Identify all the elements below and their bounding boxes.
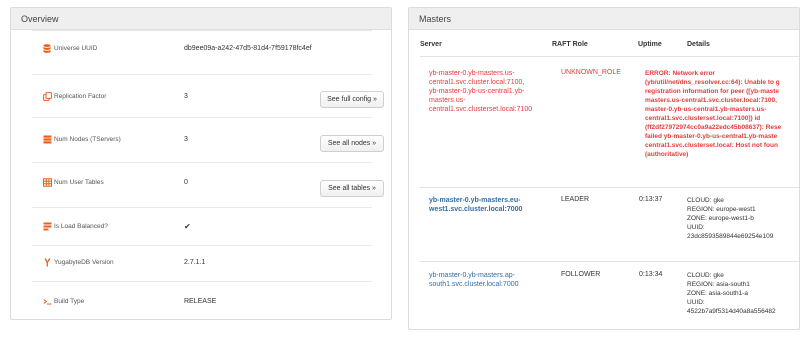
detail-line: master-0.yb-us-central1.yb-masters.us- [645, 106, 767, 113]
header-divider [420, 56, 799, 57]
detail-line: (yb/util/net/dns_resolver.cc:64): Unable… [645, 79, 780, 86]
master-row-1-error-details: ERROR: Network error (yb/util/net/dns_re… [645, 69, 785, 159]
database-icon [43, 44, 52, 53]
master-row-3-server-link[interactable]: yb-master-0.yb-masters.ap- south1.svc.cl… [429, 271, 549, 289]
version-value: 2.7.1.1 [184, 259, 206, 266]
column-header-raft-role[interactable]: RAFT Role [552, 41, 588, 48]
detail-line: ERROR: Network error [645, 70, 716, 77]
server-line: masters.us- [429, 97, 466, 104]
master-row-3-details: CLOUD: gke REGION: asia-south1 ZONE: asi… [687, 271, 799, 316]
server-line: yb-master-0.yb-us-central1.yb- [429, 88, 525, 95]
detail-line: central1.svc.clusterset.local: Host not … [645, 142, 778, 149]
replication-factor-value: 3 [184, 93, 188, 100]
yugabyte-icon [43, 258, 52, 267]
universe-uuid-value: db9ee09a-a242-47d5-81d4-7f59178fc4ef [184, 45, 312, 52]
servers-icon [43, 135, 52, 144]
detail-line: (authoritative) [645, 151, 689, 158]
column-header-server[interactable]: Server [420, 41, 442, 48]
detail-line: registration information for peer ([yb-m… [645, 88, 779, 95]
balance-icon [43, 222, 52, 231]
masters-title: Masters [409, 8, 799, 30]
master-row-2-uptime: 0:13:37 [639, 196, 663, 203]
row-divider [420, 261, 799, 262]
server-line: yb-master-0.yb-masters.us- [429, 70, 515, 77]
overview-row-replication-factor: Replication Factor 3 See full config » [32, 74, 384, 117]
num-nodes-label: Num Nodes (TServers) [54, 136, 121, 143]
detail-line: masters.us-central1.svc.cluster.local:71… [645, 97, 777, 104]
overview-row-load-balanced: Is Load Balanced? ✔ [32, 207, 372, 245]
masters-panel: Masters Server RAFT Role Uptime Details … [408, 7, 800, 330]
server-line: central1.svc.clusterset.local:7100 [429, 106, 533, 113]
build-type-label: Build Type [54, 298, 85, 305]
num-user-tables-label: Num User Tables [54, 179, 104, 186]
num-nodes-value: 3 [184, 136, 188, 143]
master-row-1-server[interactable]: yb-master-0.yb-masters.us- central1.svc.… [429, 69, 549, 114]
see-full-config-button[interactable]: See full config » [320, 91, 384, 108]
detail-line: (ff2df27972974cc0a9a22edc45b08637): Rese [645, 124, 782, 131]
overview-panel: Overview Universe UUID db9ee09a-a242-47d… [10, 7, 392, 320]
master-row-1-role: UNKNOWN_ROLE [561, 69, 621, 76]
detail-line: ZONE: europe-west1-b [687, 215, 754, 222]
detail-line: CLOUD: gke [687, 197, 724, 204]
overview-row-build-type: Build Type RELEASE [32, 281, 372, 319]
detail-line: UUID: [687, 299, 705, 306]
load-balanced-check-icon: ✔ [184, 222, 191, 231]
overview-row-universe-uuid: Universe UUID db9ee09a-a242-47d5-81d4-7f… [32, 30, 372, 63]
column-header-details[interactable]: Details [687, 41, 710, 48]
server-line: central1.svc.cluster.local:7100, [429, 79, 525, 86]
server-line: west1.svc.cluster.local:7000 [429, 206, 523, 213]
terminal-icon [43, 297, 52, 306]
num-user-tables-value: 0 [184, 179, 188, 186]
version-label: YugabyteDB Version [54, 259, 114, 266]
overview-row-num-user-tables: Num User Tables 0 See all tables » [32, 162, 384, 207]
overview-row-version: YugabyteDB Version 2.7.1.1 [32, 245, 372, 281]
detail-line: 4522b7a9f5314d40a8a556482 [687, 308, 776, 315]
build-type-value: RELEASE [184, 298, 217, 305]
master-row-3-uptime: 0:13:34 [639, 271, 663, 278]
overview-title: Overview [11, 8, 391, 30]
see-all-tables-button[interactable]: See all tables » [320, 180, 384, 197]
overview-row-num-nodes: Num Nodes (TServers) 3 See all nodes » [32, 117, 384, 162]
copy-icon [43, 92, 52, 101]
server-line: yb-master-0.yb-masters.ap- [429, 272, 515, 279]
see-all-nodes-button[interactable]: See all nodes » [320, 135, 384, 152]
detail-line: failed yb-master-0.yb-us-central1.yb-mas… [645, 133, 778, 140]
detail-line: REGION: europe-west1 [687, 206, 756, 213]
column-header-uptime[interactable]: Uptime [638, 41, 662, 48]
master-row-2-role: LEADER [561, 196, 590, 203]
detail-line: UUID: [687, 224, 705, 231]
detail-line: CLOUD: gke [687, 272, 724, 279]
server-line: yb-master-0.yb-masters.eu- [429, 197, 521, 204]
universe-uuid-label: Universe UUID [54, 45, 98, 52]
detail-line: REGION: asia-south1 [687, 281, 750, 288]
master-row-3-role: FOLLOWER [561, 271, 601, 278]
replication-factor-label: Replication Factor [54, 93, 107, 100]
server-line: south1.svc.cluster.local:7000 [429, 281, 519, 288]
table-icon [43, 178, 52, 187]
detail-line: ZONE: asia-south1-a [687, 290, 749, 297]
master-row-2-details: CLOUD: gke REGION: europe-west1 ZONE: eu… [687, 196, 799, 241]
detail-line: central1.svc.clusterset.local:7100]) id [645, 115, 761, 122]
row-divider [420, 187, 799, 188]
load-balanced-label: Is Load Balanced? [54, 223, 108, 230]
master-row-2-server-link[interactable]: yb-master-0.yb-masters.eu- west1.svc.clu… [429, 196, 549, 214]
detail-line: 23dc8593589844e69254e109 [687, 233, 774, 240]
